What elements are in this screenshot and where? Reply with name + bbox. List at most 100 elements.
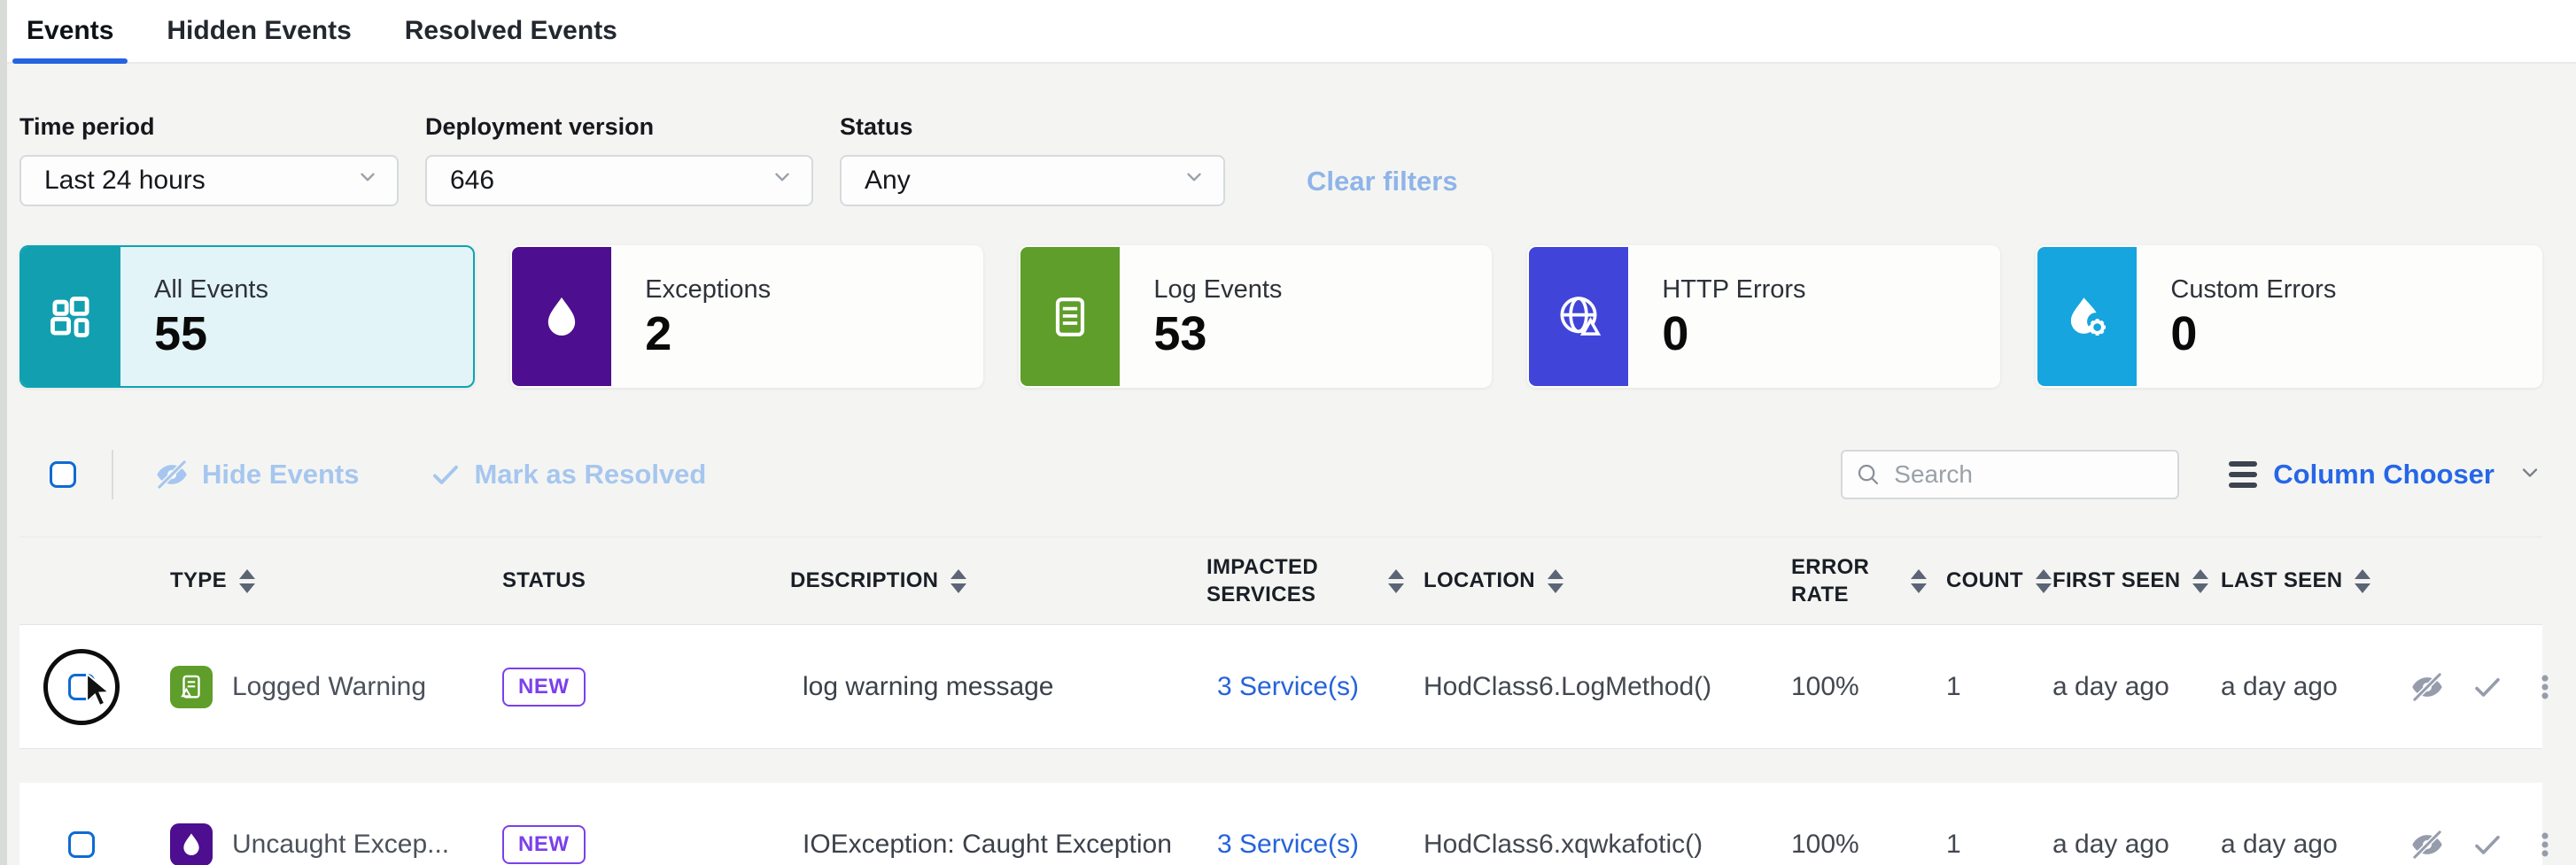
deployment-version-value: 646 [450,166,494,196]
location-cell: HodClass6.LogMethod() [1424,672,1791,702]
status-label: Status [840,113,1225,141]
event-type-label: Uncaught Excep... [232,830,449,860]
row-gap [19,749,2542,783]
event-type-label: Logged Warning [232,672,426,702]
row-select-cell [19,831,170,858]
sort-icon[interactable] [2192,569,2208,593]
time-period-value: Last 24 hours [44,166,206,196]
sort-icon[interactable] [1548,569,1563,593]
column-chooser-button[interactable]: Column Chooser [2229,459,2542,490]
card-label: All Events [154,275,268,305]
chevron-down-icon [2518,460,2542,490]
status-badge: NEW [502,668,586,707]
sort-icon[interactable] [239,569,255,593]
count-cell: 1 [1946,672,2052,702]
sort-icon[interactable] [1388,569,1404,593]
hide-event-icon[interactable] [2409,827,2445,862]
flame-gear-icon [2037,247,2137,386]
status-cell: NEW [502,668,790,707]
card-all-events[interactable]: All Events 55 [19,245,475,388]
first-seen-cell: a day ago [2052,830,2221,860]
resolve-event-icon[interactable] [2471,829,2503,861]
toolbar-divider [112,450,113,499]
resolve-event-icon[interactable] [2471,671,2503,703]
table-row[interactable]: Uncaught Excep... NEW IOException: Caugh… [19,783,2542,865]
hamburger-icon [2229,461,2257,488]
tab-label: Events [27,16,113,46]
count-cell: 1 [1946,830,2052,860]
hide-event-icon[interactable] [2409,669,2445,705]
error-rate-cell: 100% [1791,672,1946,702]
location-cell: HodClass6.xqwkafotic() [1424,830,1791,860]
tab-bar: Events Hidden Events Resolved Events [0,0,2576,64]
sort-icon[interactable] [2355,569,2370,593]
status-badge: NEW [502,825,586,864]
summary-cards: All Events 55 Exceptions 2 [19,245,2542,388]
card-value: 0 [1662,310,1805,358]
tab-label: Resolved Events [405,16,617,46]
flame-icon [512,247,611,386]
header-type[interactable]: TYPE [170,567,502,594]
chevron-down-icon [356,166,379,196]
card-exceptions[interactable]: Exceptions 2 [510,245,983,388]
time-period-label: Time period [19,113,399,141]
tab-label: Hidden Events [167,16,351,46]
status-cell: NEW [502,825,790,864]
row-select-cell [19,674,170,700]
header-error-rate[interactable]: ERROR RATE [1791,553,1946,608]
last-seen-cell: a day ago [2221,830,2394,860]
kebab-menu-icon[interactable] [2530,672,2560,702]
row-actions [2394,669,2576,705]
description-cell: IOException: Caught Exception [790,830,1207,860]
impacted-services-cell: 3 Service(s) [1207,672,1424,702]
deployment-version-label: Deployment version [425,113,813,141]
card-custom-errors[interactable]: Custom Errors 0 [2036,245,2542,388]
mark-resolved-button[interactable]: Mark as Resolved [430,459,706,490]
search-input[interactable] [1841,450,2179,499]
header-location[interactable]: LOCATION [1424,567,1791,594]
card-label: Custom Errors [2170,275,2336,305]
globe-error-icon [1529,247,1628,386]
header-first-seen[interactable]: FIRST SEEN [2052,567,2221,594]
sort-icon[interactable] [950,569,966,593]
description-cell: log warning message [790,672,1207,702]
row-checkbox[interactable] [68,831,95,858]
card-http-errors[interactable]: HTTP Errors 0 [1527,245,2000,388]
row-actions [2394,827,2576,862]
select-all-checkbox[interactable] [50,461,76,488]
services-link[interactable]: 3 Service(s) [1217,830,1359,859]
time-period-select[interactable]: Last 24 hours [19,155,399,206]
eye-slash-icon [154,457,190,492]
header-status: STATUS [502,567,790,594]
header-last-seen[interactable]: LAST SEEN [2221,567,2394,594]
deployment-version-select[interactable]: 646 [425,155,813,206]
grid-icon [21,247,120,386]
tab-events[interactable]: Events [12,0,128,62]
sort-icon[interactable] [2036,569,2052,593]
left-edge-strip [0,0,7,865]
card-value: 53 [1153,310,1282,358]
card-label: Exceptions [645,275,771,305]
row-checkbox[interactable] [68,674,95,700]
tab-hidden-events[interactable]: Hidden Events [152,0,365,62]
last-seen-cell: a day ago [2221,672,2394,702]
check-icon [430,459,462,490]
services-link[interactable]: 3 Service(s) [1217,672,1359,701]
table-row[interactable]: Logged Warning NEW log warning message 3… [19,625,2542,749]
chevron-down-icon [771,166,794,196]
kebab-menu-icon[interactable] [2530,830,2560,860]
event-type-cell: Logged Warning [170,666,502,708]
card-label: Log Events [1153,275,1282,305]
sort-icon[interactable] [1911,569,1927,593]
uncaught-exception-icon [170,823,213,865]
tab-resolved-events[interactable]: Resolved Events [391,0,632,62]
card-value: 55 [154,310,268,358]
card-log-events[interactable]: Log Events 53 [1019,245,1492,388]
header-description[interactable]: DESCRIPTION [790,567,1207,594]
header-count[interactable]: COUNT [1946,567,2052,594]
hide-events-button[interactable]: Hide Events [154,457,359,492]
status-select[interactable]: Any [840,155,1225,206]
clear-filters-button[interactable]: Clear filters [1307,166,1458,197]
header-impacted-services[interactable]: IMPACTED SERVICES [1207,553,1424,608]
search-icon [1855,461,1882,488]
